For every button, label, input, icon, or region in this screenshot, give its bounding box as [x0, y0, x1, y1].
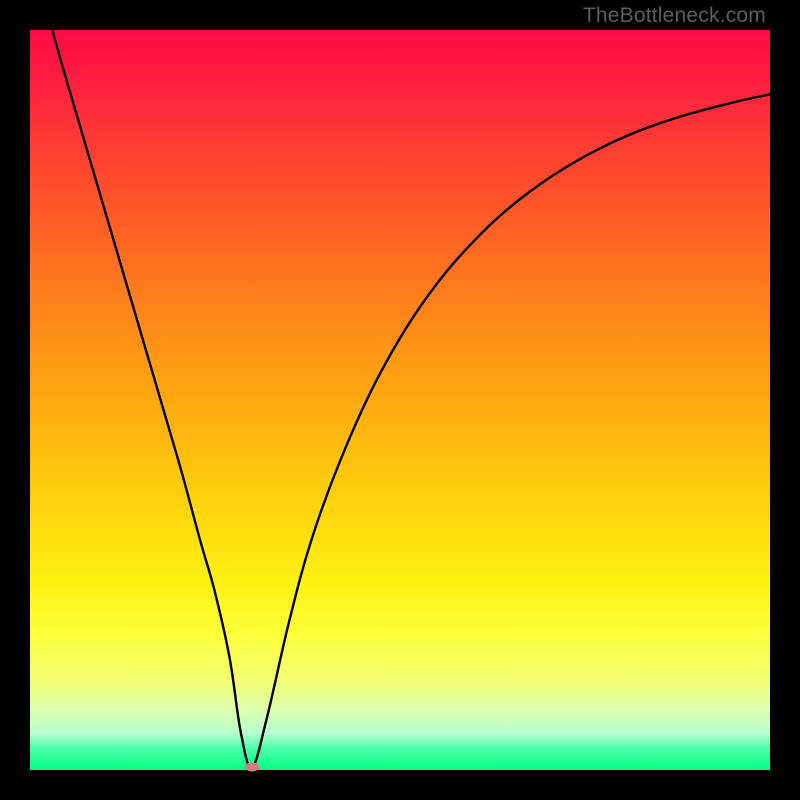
curve-svg	[30, 30, 770, 770]
chart-frame: TheBottleneck.com	[0, 0, 800, 800]
optimum-marker	[245, 763, 260, 772]
bottleneck-curve	[52, 30, 770, 767]
plot-area	[30, 30, 770, 770]
watermark-text: TheBottleneck.com	[583, 4, 766, 28]
